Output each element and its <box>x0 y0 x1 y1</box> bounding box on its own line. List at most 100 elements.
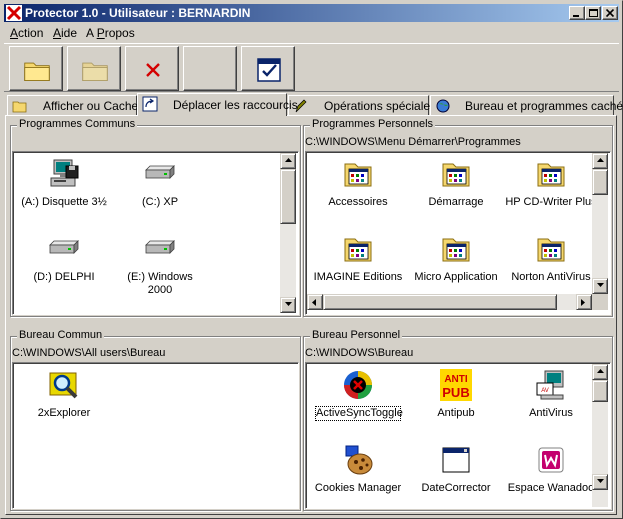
tab-label: Afficher ou Cacher <box>43 99 143 113</box>
group-bureau-commun: Bureau Commun C:\WINDOWS\All users\Burea… <box>10 329 301 511</box>
open-folder-icon <box>23 56 51 84</box>
program-group-icon <box>535 158 567 190</box>
minimize-icon <box>573 15 579 17</box>
group-programmes-communs: Programmes Communs (A:) Disquette 3½ (C:… <box>10 118 301 317</box>
scroll-right-button[interactable] <box>576 294 592 310</box>
program-group-icon <box>342 158 374 190</box>
menu-action[interactable]: Action <box>10 26 43 40</box>
item-label-line2: 2000 <box>147 284 173 296</box>
scroll-down-button[interactable] <box>592 474 608 490</box>
tab-strip: Afficher ou Cacher Déplacer les raccourc… <box>5 93 623 116</box>
item-label: Micro Application <box>414 271 498 283</box>
item-label-selected: ActiveSyncToggle <box>315 406 403 421</box>
tab-label: Déplacer les raccourcis <box>173 98 298 112</box>
checklist-button[interactable] <box>241 46 295 91</box>
scroll-up-button[interactable] <box>592 153 608 169</box>
list-item[interactable]: HP CD-Writer Plus <box>503 158 599 210</box>
list-item[interactable]: ANTI PUB Antipub <box>408 369 504 421</box>
vertical-scrollbar[interactable] <box>592 364 608 507</box>
arrow-down-icon <box>597 479 604 483</box>
menu-a-propos[interactable]: A Propos <box>86 26 135 40</box>
scroll-up-button[interactable] <box>280 153 296 169</box>
minimize-button[interactable] <box>569 6 585 20</box>
arrow-right-icon <box>581 299 585 306</box>
list-item[interactable]: Démarrage <box>408 158 504 210</box>
list-item[interactable]: 2xExplorer <box>16 369 112 421</box>
vertical-scrollbar[interactable] <box>280 153 296 313</box>
list-item[interactable]: ActiveSyncToggle <box>310 369 406 421</box>
programmes-personnels-view[interactable]: Accessoires Démarrage HP CD-Writer Plus … <box>305 151 611 315</box>
group-programmes-personnels: Programmes Personnels C:\WINDOWS\Menu Dé… <box>303 118 613 317</box>
cookie-icon <box>345 445 373 475</box>
folder-icon <box>81 56 109 84</box>
program-group-icon <box>440 158 472 190</box>
list-item[interactable]: Cookies Manager <box>310 444 406 496</box>
group-bureau-personnel: Bureau Personnel C:\WINDOWS\Bureau Activ… <box>303 329 613 511</box>
list-item[interactable]: Espace Wanadoo <box>503 444 599 496</box>
program-group-icon <box>342 233 374 265</box>
list-item[interactable]: (A:) Disquette 3½ <box>16 158 112 210</box>
magnifier-icon <box>49 372 78 399</box>
folder-button-disabled[interactable] <box>67 46 121 91</box>
list-item[interactable]: Accessoires <box>310 158 406 210</box>
menu-aide[interactable]: Aide <box>53 26 77 40</box>
list-item[interactable]: Norton AntiVirus <box>503 233 599 285</box>
maximize-button[interactable] <box>585 6 601 20</box>
bureau-commun-view[interactable]: 2xExplorer <box>12 362 299 509</box>
programmes-communs-view[interactable]: (A:) Disquette 3½ (C:) XP (D:) DELPHI (E… <box>12 151 299 315</box>
list-item[interactable]: (E:) Windows 2000 <box>112 233 208 296</box>
group-title: Bureau Personnel <box>310 329 403 341</box>
maximize-icon <box>589 9 598 17</box>
item-label: Norton AntiVirus <box>511 271 591 283</box>
program-group-icon <box>535 233 567 265</box>
scroll-corner <box>592 294 608 310</box>
list-item[interactable]: (D:) DELPHI <box>16 233 112 285</box>
scroll-left-button[interactable] <box>307 294 323 310</box>
tab-deplacer-les-raccourcis[interactable]: Déplacer les raccourcis <box>137 93 298 116</box>
scroll-down-button[interactable] <box>280 297 296 313</box>
group-title: Bureau Commun <box>17 329 105 341</box>
program-group-icon <box>440 233 472 265</box>
tab-afficher-ou-cacher[interactable]: Afficher ou Cacher <box>7 95 142 115</box>
item-label: (C:) XP <box>141 196 179 208</box>
scroll-up-button[interactable] <box>592 364 608 380</box>
empty-toolbar-button[interactable] <box>183 46 237 91</box>
list-item[interactable]: Micro Application <box>408 233 504 285</box>
list-item[interactable]: AV AntiVirus <box>503 369 599 421</box>
folder-open-icon <box>12 101 27 113</box>
scroll-down-button[interactable] <box>592 278 608 294</box>
tab-content: Programmes Communs (A:) Disquette 3½ (C:… <box>5 115 617 515</box>
group-title: Programmes Communs <box>17 118 138 130</box>
globe-icon <box>436 99 450 113</box>
tab-bureau-et-programmes-caches[interactable]: Bureau et programmes cachés <box>430 95 623 115</box>
item-label: IMAGINE Editions <box>313 271 403 283</box>
delete-button[interactable] <box>125 46 179 91</box>
item-label: DateCorrector <box>421 482 491 494</box>
scroll-thumb[interactable] <box>280 169 296 224</box>
hard-drive-icon <box>144 233 176 265</box>
bureau-personnel-view[interactable]: ActiveSyncToggle ANTI PUB Antipub AV Ant… <box>305 362 611 509</box>
scroll-thumb[interactable] <box>323 294 557 310</box>
vertical-scrollbar[interactable] <box>592 153 608 294</box>
list-item[interactable]: (C:) XP <box>112 158 208 210</box>
list-item[interactable]: IMAGINE Editions <box>310 233 406 285</box>
list-item[interactable]: DateCorrector <box>408 444 504 496</box>
folder-path: C:\WINDOWS\Menu Démarrer\Programmes <box>305 136 521 148</box>
scroll-thumb[interactable] <box>592 169 608 195</box>
shortcut-icon <box>142 96 158 112</box>
close-button[interactable] <box>602 6 618 20</box>
scroll-thumb[interactable] <box>592 380 608 402</box>
title-bar[interactable]: Protector 1.0 - Utilisateur : BERNARDIN <box>4 4 619 22</box>
item-label: (E:) Windows <box>127 271 193 283</box>
folder-path: C:\WINDOWS\Bureau <box>305 347 414 359</box>
tab-operations-speciales[interactable]: Opérations spéciales <box>288 95 436 115</box>
item-label: HP CD-Writer Plus <box>505 196 597 208</box>
hard-drive-icon <box>48 233 80 265</box>
item-label: Accessoires <box>328 196 388 208</box>
activesync-icon <box>344 371 372 399</box>
item-label: Démarrage <box>428 196 484 208</box>
wanadoo-icon <box>538 447 564 473</box>
window-title: Protector 1.0 - Utilisateur : BERNARDIN <box>25 6 251 20</box>
horizontal-scrollbar[interactable] <box>307 294 592 310</box>
open-folder-button[interactable] <box>9 46 63 91</box>
